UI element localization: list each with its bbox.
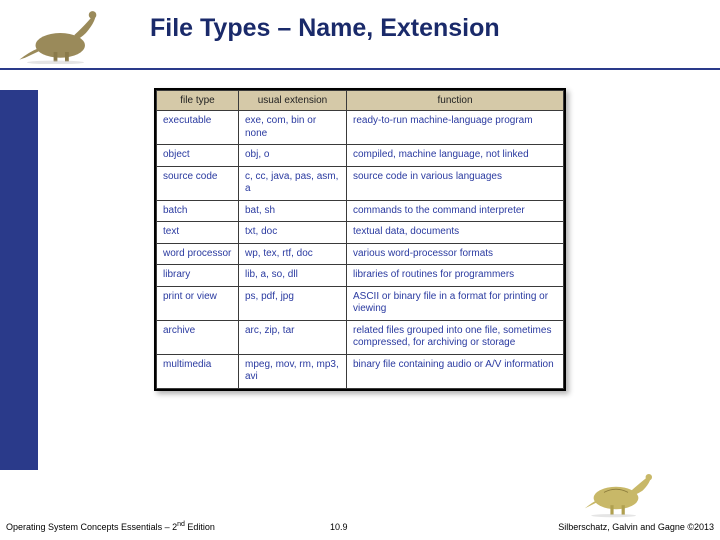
page-number: 10.9 [330, 522, 348, 532]
cell-extension: c, cc, java, pas, asm, a [239, 166, 347, 200]
footer-left: Operating System Concepts Essentials – 2… [6, 521, 215, 532]
footer-text: Edition [185, 522, 215, 532]
cell-file-type: source code [157, 166, 239, 200]
table-row: objectobj, ocompiled, machine language, … [157, 145, 564, 167]
file-types-table: file type usual extension function execu… [154, 88, 566, 391]
cell-file-type: object [157, 145, 239, 167]
cell-file-type: text [157, 222, 239, 244]
cell-file-type: word processor [157, 243, 239, 265]
left-sidebar [0, 90, 38, 470]
table-header-row: file type usual extension function [157, 91, 564, 111]
table-row: batchbat, shcommands to the command inte… [157, 200, 564, 222]
table-row: archivearc, zip, tarrelated files groupe… [157, 320, 564, 354]
cell-extension: lib, a, so, dll [239, 265, 347, 287]
col-header: usual extension [239, 91, 347, 111]
slide-header: File Types – Name, Extension [0, 0, 720, 70]
cell-function: related files grouped into one file, som… [347, 320, 564, 354]
cell-file-type: print or view [157, 286, 239, 320]
cell-function: binary file containing audio or A/V info… [347, 354, 564, 388]
table-row: source codec, cc, java, pas, asm, asourc… [157, 166, 564, 200]
cell-extension: exe, com, bin or none [239, 111, 347, 145]
cell-file-type: executable [157, 111, 239, 145]
cell-function: compiled, machine language, not linked [347, 145, 564, 167]
cell-function: ready-to-run machine-language program [347, 111, 564, 145]
table-row: multimediampeg, mov, rm, mp3, avibinary … [157, 354, 564, 388]
table-row: executableexe, com, bin or noneready-to-… [157, 111, 564, 145]
cell-file-type: multimedia [157, 354, 239, 388]
dinosaur-right-icon [580, 470, 660, 518]
cell-file-type: batch [157, 200, 239, 222]
cell-extension: arc, zip, tar [239, 320, 347, 354]
cell-function: textual data, documents [347, 222, 564, 244]
col-header: file type [157, 91, 239, 111]
table-row: word processorwp, tex, rtf, docvarious w… [157, 243, 564, 265]
page-title: File Types – Name, Extension [150, 14, 500, 43]
cell-function: libraries of routines for programmers [347, 265, 564, 287]
cell-extension: txt, doc [239, 222, 347, 244]
cell-function: commands to the command interpreter [347, 200, 564, 222]
cell-extension: bat, sh [239, 200, 347, 222]
col-header: function [347, 91, 564, 111]
dinosaur-left-icon [8, 2, 103, 64]
table-row: print or viewps, pdf, jpgASCII or binary… [157, 286, 564, 320]
cell-extension: obj, o [239, 145, 347, 167]
footer-copyright: Silberschatz, Galvin and Gagne ©2013 [558, 522, 714, 532]
cell-extension: wp, tex, rtf, doc [239, 243, 347, 265]
slide-footer: Operating System Concepts Essentials – 2… [0, 514, 720, 534]
cell-function: source code in various languages [347, 166, 564, 200]
cell-function: ASCII or binary file in a format for pri… [347, 286, 564, 320]
table-row: texttxt, doctextual data, documents [157, 222, 564, 244]
cell-file-type: archive [157, 320, 239, 354]
table-row: librarylib, a, so, dlllibraries of routi… [157, 265, 564, 287]
cell-file-type: library [157, 265, 239, 287]
cell-function: various word-processor formats [347, 243, 564, 265]
footer-sup: nd [177, 521, 185, 528]
cell-extension: mpeg, mov, rm, mp3, avi [239, 354, 347, 388]
cell-extension: ps, pdf, jpg [239, 286, 347, 320]
footer-text: Operating System Concepts Essentials – 2 [6, 522, 177, 532]
